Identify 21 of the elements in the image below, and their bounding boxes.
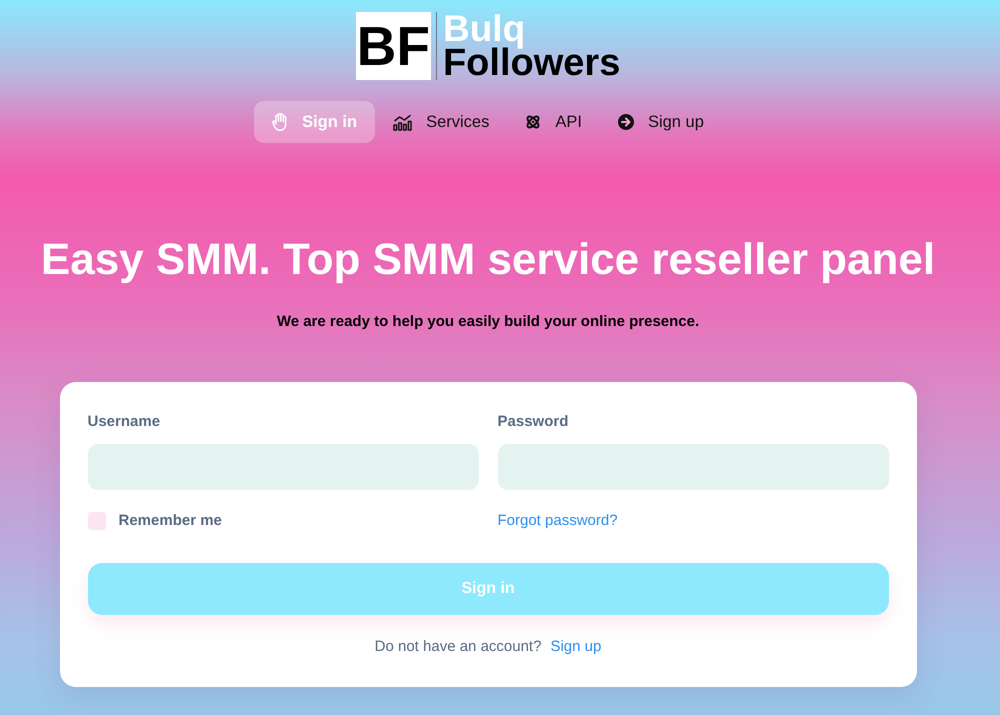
checkbox-label: Remember me [118,511,222,531]
nav-link[interactable]: Services [375,101,508,143]
arrow-circle-icon [618,114,634,130]
atom-icon [525,114,542,130]
password-field[interactable] [498,444,888,490]
logo-mark: BF [356,12,431,80]
field-label: Username [88,412,162,432]
remember-checkbox[interactable] [88,512,106,530]
nav-link[interactable]: Sign up [600,101,722,143]
forgot-password-link[interactable]: Forgot password? [498,511,618,531]
signup-prompt: Do not have an account? [374,637,542,657]
hand-icon [272,113,288,131]
chart-icon [393,114,412,130]
sign-up-link[interactable]: Sign up [550,637,602,657]
nav-link[interactable]: Sign in [254,101,376,143]
field-label: Password [498,412,570,432]
nav-link[interactable]: API [507,101,600,143]
page-heading: Easy SMM. Top SMM service reseller panel [40,235,936,285]
page-subtitle: We are ready to help you easily build your online presence. [276,312,700,332]
logo-text: Followers [442,46,620,80]
username-field[interactable] [88,444,478,490]
